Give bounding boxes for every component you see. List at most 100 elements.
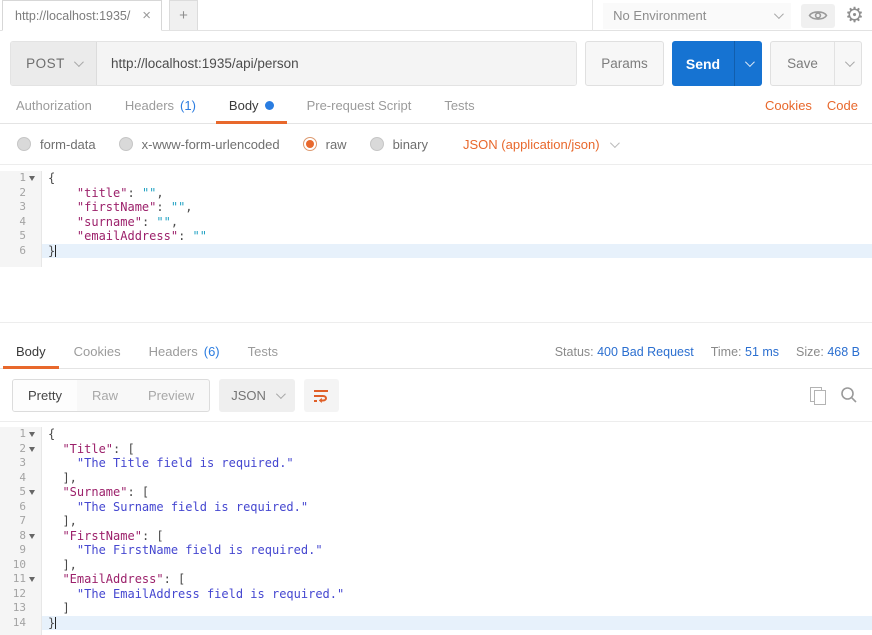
radio-raw[interactable]: raw — [303, 137, 347, 152]
tab-headers[interactable]: Headers (1) — [125, 87, 196, 123]
content-type-label: JSON (application/json) — [463, 137, 600, 152]
send-button[interactable]: Send — [672, 41, 762, 86]
tab-label: Body — [16, 344, 46, 359]
radio-binary[interactable]: binary — [370, 137, 428, 152]
editor-line[interactable]: 5 "Surname": [ — [0, 485, 872, 500]
editor-line[interactable]: 13 ] — [0, 601, 872, 616]
fold-caret-icon[interactable] — [28, 576, 37, 582]
code-line[interactable]: ] — [42, 601, 872, 616]
line-number-gutter: 3 — [0, 456, 42, 471]
code-line[interactable]: } — [42, 616, 872, 631]
environment-quicklook-button[interactable] — [801, 4, 835, 28]
code-line[interactable]: "The Title field is required." — [42, 456, 872, 471]
editor-line[interactable]: 1{ — [0, 427, 872, 442]
body-type-row: form-data x-www-form-urlencoded raw bina… — [0, 124, 872, 164]
editor-line[interactable]: 2 "title": "", — [0, 186, 872, 201]
tab-label: Body — [229, 98, 259, 113]
method-dropdown[interactable]: POST — [11, 42, 97, 85]
new-tab-button[interactable]: + — [169, 0, 198, 30]
fold-caret-icon[interactable] — [28, 175, 37, 181]
code-line[interactable]: "EmailAddress": [ — [42, 572, 872, 587]
editor-line[interactable]: 3 "firstName": "", — [0, 200, 872, 215]
view-preview-button[interactable]: Preview — [133, 380, 209, 411]
code-line[interactable]: "The EmailAddress field is required." — [42, 587, 872, 602]
code-line[interactable]: "emailAddress": "" — [42, 229, 872, 244]
code-line[interactable]: { — [42, 427, 872, 442]
request-tab-title: http://localhost:1935/ — [15, 9, 140, 23]
view-raw-button[interactable]: Raw — [77, 380, 133, 411]
fold-caret-icon[interactable] — [28, 431, 37, 437]
fold-caret-icon[interactable] — [28, 533, 37, 539]
editor-line[interactable]: 10 ], — [0, 558, 872, 573]
line-number-gutter: 2 — [0, 442, 42, 457]
code-line[interactable]: "surname": "", — [42, 215, 872, 230]
code-line[interactable]: "firstName": "", — [42, 200, 872, 215]
fold-caret-icon[interactable] — [28, 446, 37, 452]
tab-pre-request-script[interactable]: Pre-request Script — [307, 87, 412, 123]
editor-line[interactable]: 9 "The FirstName field is required." — [0, 543, 872, 558]
editor-line[interactable]: 7 ], — [0, 514, 872, 529]
line-number-gutter: 6 — [0, 500, 42, 515]
editor-line[interactable]: 4 "surname": "", — [0, 215, 872, 230]
radio-x-www-form-urlencoded[interactable]: x-www-form-urlencoded — [119, 137, 280, 152]
fold-caret-icon[interactable] — [28, 489, 37, 495]
active-tab-underline — [3, 366, 59, 369]
params-button[interactable]: Params — [585, 41, 664, 86]
code-line[interactable]: "The Surname field is required." — [42, 500, 872, 515]
chevron-down-icon — [74, 57, 84, 67]
editor-line[interactable]: 8 "FirstName": [ — [0, 529, 872, 544]
send-options-caret[interactable] — [734, 41, 762, 86]
tab-body[interactable]: Body — [229, 87, 274, 123]
tab-tests[interactable]: Tests — [444, 87, 474, 123]
request-body-editor[interactable]: 1{2 "title": "",3 "firstName": "",4 "sur… — [0, 164, 872, 323]
editor-line[interactable]: 11 "EmailAddress": [ — [0, 572, 872, 587]
top-tab-bar: http://localhost:1935/ × + No Environmen… — [0, 0, 872, 31]
editor-line[interactable]: 14} — [0, 616, 872, 631]
editor-line[interactable]: 12 "The EmailAddress field is required." — [0, 587, 872, 602]
code-line[interactable]: "The FirstName field is required." — [42, 543, 872, 558]
save-button[interactable]: Save — [770, 41, 862, 86]
code-line[interactable]: { — [42, 171, 872, 186]
tab-authorization[interactable]: Authorization — [16, 87, 92, 123]
code-line[interactable]: "Title": [ — [42, 442, 872, 457]
view-pretty-button[interactable]: Pretty — [13, 380, 77, 411]
radio-label: binary — [393, 137, 428, 152]
response-tab-tests[interactable]: Tests — [248, 335, 278, 368]
editor-line[interactable]: 4 ], — [0, 471, 872, 486]
active-tab-underline — [216, 121, 287, 124]
settings-gear-icon[interactable]: ⚙ — [845, 5, 864, 26]
search-icon[interactable] — [840, 386, 858, 404]
tab-label: Cookies — [74, 344, 121, 359]
response-section-tabs: Body Cookies Headers (6) Tests Status: 4… — [0, 335, 872, 369]
code-line[interactable]: } — [42, 244, 872, 259]
response-tab-cookies[interactable]: Cookies — [74, 335, 121, 368]
code-link[interactable]: Code — [827, 98, 858, 113]
copy-icon[interactable] — [810, 387, 823, 403]
code-line[interactable]: "Surname": [ — [42, 485, 872, 500]
cookies-link[interactable]: Cookies — [765, 98, 812, 113]
editor-line[interactable]: 1{ — [0, 171, 872, 186]
code-line[interactable]: ], — [42, 471, 872, 486]
editor-line[interactable]: 5 "emailAddress": "" — [0, 229, 872, 244]
response-tab-body[interactable]: Body — [16, 335, 46, 368]
content-type-dropdown[interactable]: JSON (application/json) — [463, 137, 617, 152]
url-input[interactable]: http://localhost:1935/api/person — [97, 42, 576, 85]
editor-line[interactable]: 2 "Title": [ — [0, 442, 872, 457]
code-line[interactable]: "title": "", — [42, 186, 872, 201]
editor-line[interactable]: 6 "The Surname field is required." — [0, 500, 872, 515]
code-line[interactable]: ], — [42, 514, 872, 529]
environment-select[interactable]: No Environment — [603, 3, 791, 29]
request-bar: POST http://localhost:1935/api/person Pa… — [10, 41, 862, 86]
radio-form-data[interactable]: form-data — [17, 137, 96, 152]
response-format-dropdown[interactable]: JSON — [219, 379, 295, 412]
save-options-caret[interactable] — [834, 42, 861, 85]
request-tab[interactable]: http://localhost:1935/ × — [2, 0, 162, 31]
response-body-editor[interactable]: 1{2 "Title": [3 "The Title field is requ… — [0, 421, 872, 632]
word-wrap-button[interactable] — [304, 379, 339, 412]
response-tab-headers[interactable]: Headers (6) — [149, 335, 220, 368]
code-line[interactable]: "FirstName": [ — [42, 529, 872, 544]
editor-line[interactable]: 6} — [0, 244, 872, 259]
code-line[interactable]: ], — [42, 558, 872, 573]
close-tab-icon[interactable]: × — [140, 8, 153, 23]
editor-line[interactable]: 3 "The Title field is required." — [0, 456, 872, 471]
